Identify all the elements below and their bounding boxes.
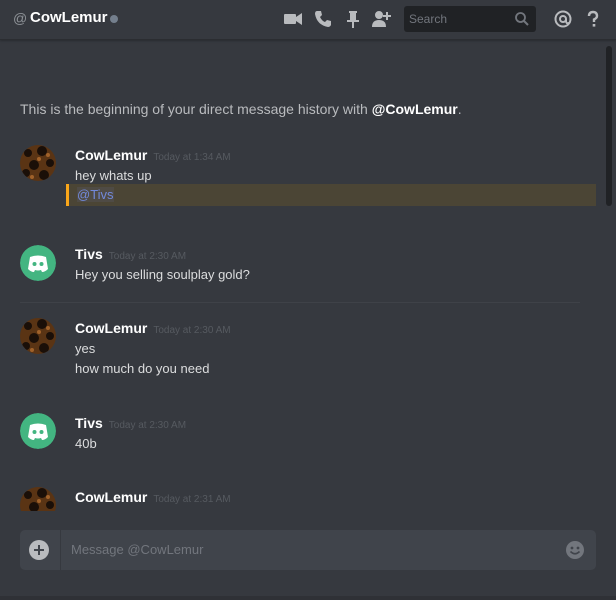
phone-icon[interactable] xyxy=(313,9,333,29)
intro-username: @CowLemur xyxy=(371,101,458,117)
status-offline-icon xyxy=(110,15,118,23)
composer-divider xyxy=(60,530,61,570)
pin-icon[interactable] xyxy=(343,9,363,29)
message-text: Hey you selling soulplay gold? xyxy=(75,267,250,282)
user-mention[interactable]: @Tivs xyxy=(77,187,114,202)
at-symbol-icon: @ xyxy=(13,10,28,26)
message-author[interactable]: CowLemur Today at 2:31 AM xyxy=(75,489,231,505)
help-icon[interactable] xyxy=(583,9,603,29)
message-composer[interactable]: Message @CowLemur xyxy=(20,530,596,570)
message-author[interactable]: Tivs Today at 2:30 AM xyxy=(75,415,186,431)
scrollbar-thumb[interactable] xyxy=(606,46,612,206)
message-timestamp: Today at 2:30 AM xyxy=(108,251,187,262)
message-author[interactable]: CowLemur Today at 1:34 AM xyxy=(75,147,231,163)
message-text: yes xyxy=(75,341,96,356)
search-input[interactable]: Search xyxy=(404,6,536,32)
message-text: hey whats up xyxy=(75,168,152,183)
avatar[interactable] xyxy=(20,245,56,281)
message-input[interactable]: Message @CowLemur xyxy=(71,542,203,557)
message-timestamp: Today at 2:31 AM xyxy=(153,494,231,505)
search-icon xyxy=(514,11,530,27)
message-text: how much do you need xyxy=(75,361,210,376)
channel-header: @ CowLemur Search xyxy=(0,0,616,40)
avatar[interactable] xyxy=(20,318,56,354)
message-list: This is the beginning of your direct mes… xyxy=(0,41,604,511)
dm-intro-text: This is the beginning of your direct mes… xyxy=(20,101,462,117)
avatar[interactable] xyxy=(20,145,56,181)
upload-plus-icon[interactable] xyxy=(29,540,49,560)
mention-icon[interactable] xyxy=(553,9,573,29)
avatar[interactable] xyxy=(20,487,56,511)
message-text: 40b xyxy=(75,436,97,451)
message-divider xyxy=(20,302,580,303)
emoji-icon[interactable] xyxy=(565,540,585,560)
message-timestamp: Today at 1:34 AM xyxy=(153,152,231,163)
message-author[interactable]: Tivs Today at 2:30 AM xyxy=(75,246,186,262)
message-timestamp: Today at 2:30 AM xyxy=(108,420,187,431)
window-bottom-edge xyxy=(0,596,616,600)
add-friend-icon[interactable] xyxy=(371,9,391,29)
mention-highlight: @Tivs xyxy=(66,184,596,206)
message-author[interactable]: CowLemur Today at 2:30 AM xyxy=(75,320,231,336)
avatar[interactable] xyxy=(20,413,56,449)
dm-username[interactable]: CowLemur xyxy=(30,9,108,26)
search-placeholder: Search xyxy=(409,12,448,26)
message-timestamp: Today at 2:30 AM xyxy=(153,325,231,336)
video-icon[interactable] xyxy=(283,9,303,29)
